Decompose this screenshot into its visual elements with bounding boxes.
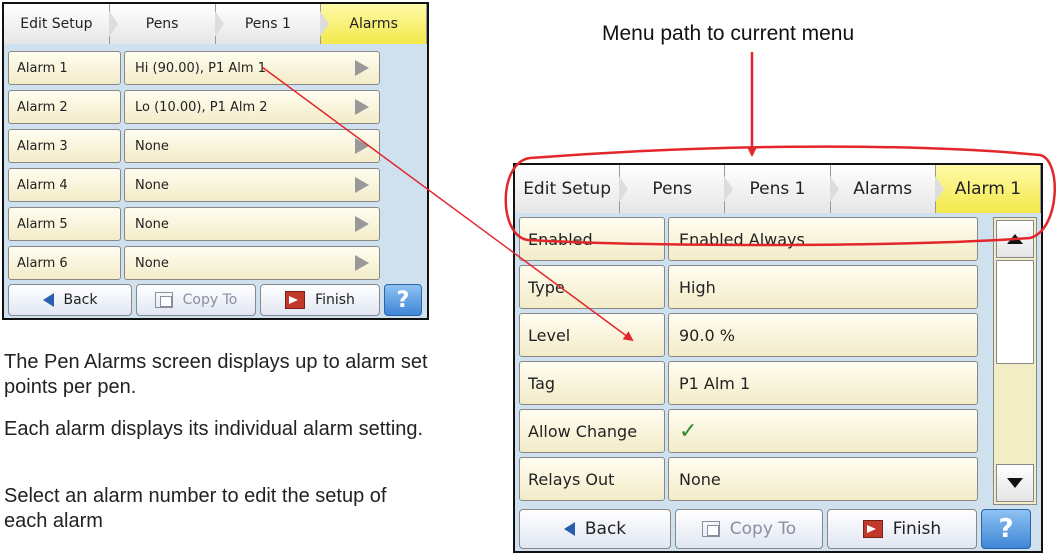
table-row[interactable]: Type High [519,265,978,309]
setting-label: Type [519,265,665,309]
list-item[interactable]: Alarm 5 None [8,207,380,241]
alarm-label: Alarm 5 [8,207,121,241]
crumb-alarms[interactable]: Alarms [830,165,936,213]
list-item[interactable]: Alarm 3 None [8,129,380,163]
setting-label: Relays Out [519,457,665,501]
setting-label: Enabled [519,217,665,261]
alarm-settings-screen: Edit Setup Pens Pens 1 Alarms Alarm 1 En… [513,163,1043,553]
setting-label: Allow Change [519,409,665,453]
crumb-alarms: Alarms [321,4,427,44]
breadcrumb: Edit Setup Pens Pens 1 Alarms [4,4,427,44]
table-row[interactable]: Tag P1 Alm 1 [519,361,978,405]
scroll-thumb[interactable] [996,260,1034,364]
bottom-toolbar: Back Copy To Finish ? [519,509,1031,549]
alarm-label: Alarm 2 [8,90,121,124]
crumb-pens[interactable]: Pens [620,165,726,213]
table-row[interactable]: Relays Out None [519,457,978,501]
chevron-right-icon [355,177,369,193]
chevron-right-icon [355,255,369,271]
breadcrumb: Edit Setup Pens Pens 1 Alarms Alarm 1 [515,165,1041,213]
chevron-right-icon [355,138,369,154]
setting-value[interactable]: P1 Alm 1 [668,361,978,405]
crumb-edit-setup[interactable]: Edit Setup [515,165,621,213]
copy-to-button[interactable]: Copy To [675,509,823,549]
setting-value[interactable]: High [668,265,978,309]
alarm-label: Alarm 6 [8,246,121,280]
back-button[interactable]: Back [8,284,132,316]
crumb-pens-1[interactable]: Pens 1 [215,4,322,44]
description-paragraph-3: Select an alarm number to edit the setup… [4,485,387,532]
alarm-value[interactable]: Hi (90.00), P1 Alm 1 [124,51,380,85]
back-arrow-icon [563,522,575,536]
copy-icon [154,292,173,308]
table-row[interactable]: Allow Change ✓ [519,409,978,453]
vertical-scrollbar[interactable] [993,217,1037,505]
crumb-edit-setup[interactable]: Edit Setup [4,4,110,44]
alarm-value[interactable]: None [124,168,380,202]
setting-value[interactable]: None [668,457,978,501]
description-paragraph-2: Each alarm displays its individual alarm… [4,418,424,440]
alarm-label: Alarm 4 [8,168,121,202]
list-item[interactable]: Alarm 1 Hi (90.00), P1 Alm 1 [8,51,380,85]
bottom-toolbar: Back Copy To Finish ? [8,284,422,316]
setting-value[interactable]: 90.0 % [668,313,978,357]
finish-button[interactable]: Finish [827,509,977,549]
crumb-pens-1[interactable]: Pens 1 [725,165,831,213]
chevron-right-icon [355,216,369,232]
list-item[interactable]: Alarm 2 Lo (10.00), P1 Alm 2 [8,90,380,124]
setting-label: Tag [519,361,665,405]
copy-icon [701,521,720,537]
check-icon: ✓ [679,418,698,444]
back-button[interactable]: Back [519,509,671,549]
crumb-pens[interactable]: Pens [109,4,216,44]
alarm-value[interactable]: None [124,246,380,280]
alarm-value[interactable]: None [124,129,380,163]
alarm-label: Alarm 1 [8,51,121,85]
help-button[interactable]: ? [981,509,1031,549]
alarm-label: Alarm 3 [8,129,121,163]
help-button[interactable]: ? [384,284,422,316]
finish-icon [285,291,306,309]
arrow-down-icon [1007,478,1023,488]
alarm-value[interactable]: None [124,207,380,241]
list-item[interactable]: Alarm 6 None [8,246,380,280]
setting-label: Level [519,313,665,357]
setting-value[interactable]: Enabled Always [668,217,978,261]
crumb-alarm-1: Alarm 1 [935,165,1041,213]
copy-to-button[interactable]: Copy To [136,284,256,316]
allow-change-checkbox[interactable]: ✓ [668,409,978,453]
arrow-up-icon [1007,234,1023,244]
finish-button[interactable]: Finish [260,284,380,316]
description-paragraph-1: The Pen Alarms screen displays up to ala… [4,351,428,398]
table-row[interactable]: Enabled Enabled Always [519,217,978,261]
alarms-list-screen: Edit Setup Pens Pens 1 Alarms Alarm 1 Hi… [2,2,429,320]
scroll-up-button[interactable] [996,220,1034,258]
menu-path-annotation: Menu path to current menu [602,22,855,45]
back-arrow-icon [42,293,54,307]
table-row[interactable]: Level 90.0 % [519,313,978,357]
chevron-right-icon [355,60,369,76]
finish-icon [862,520,883,538]
chevron-right-icon [355,99,369,115]
scroll-down-button[interactable] [996,464,1034,502]
alarm-value[interactable]: Lo (10.00), P1 Alm 2 [124,90,380,124]
list-item[interactable]: Alarm 4 None [8,168,380,202]
